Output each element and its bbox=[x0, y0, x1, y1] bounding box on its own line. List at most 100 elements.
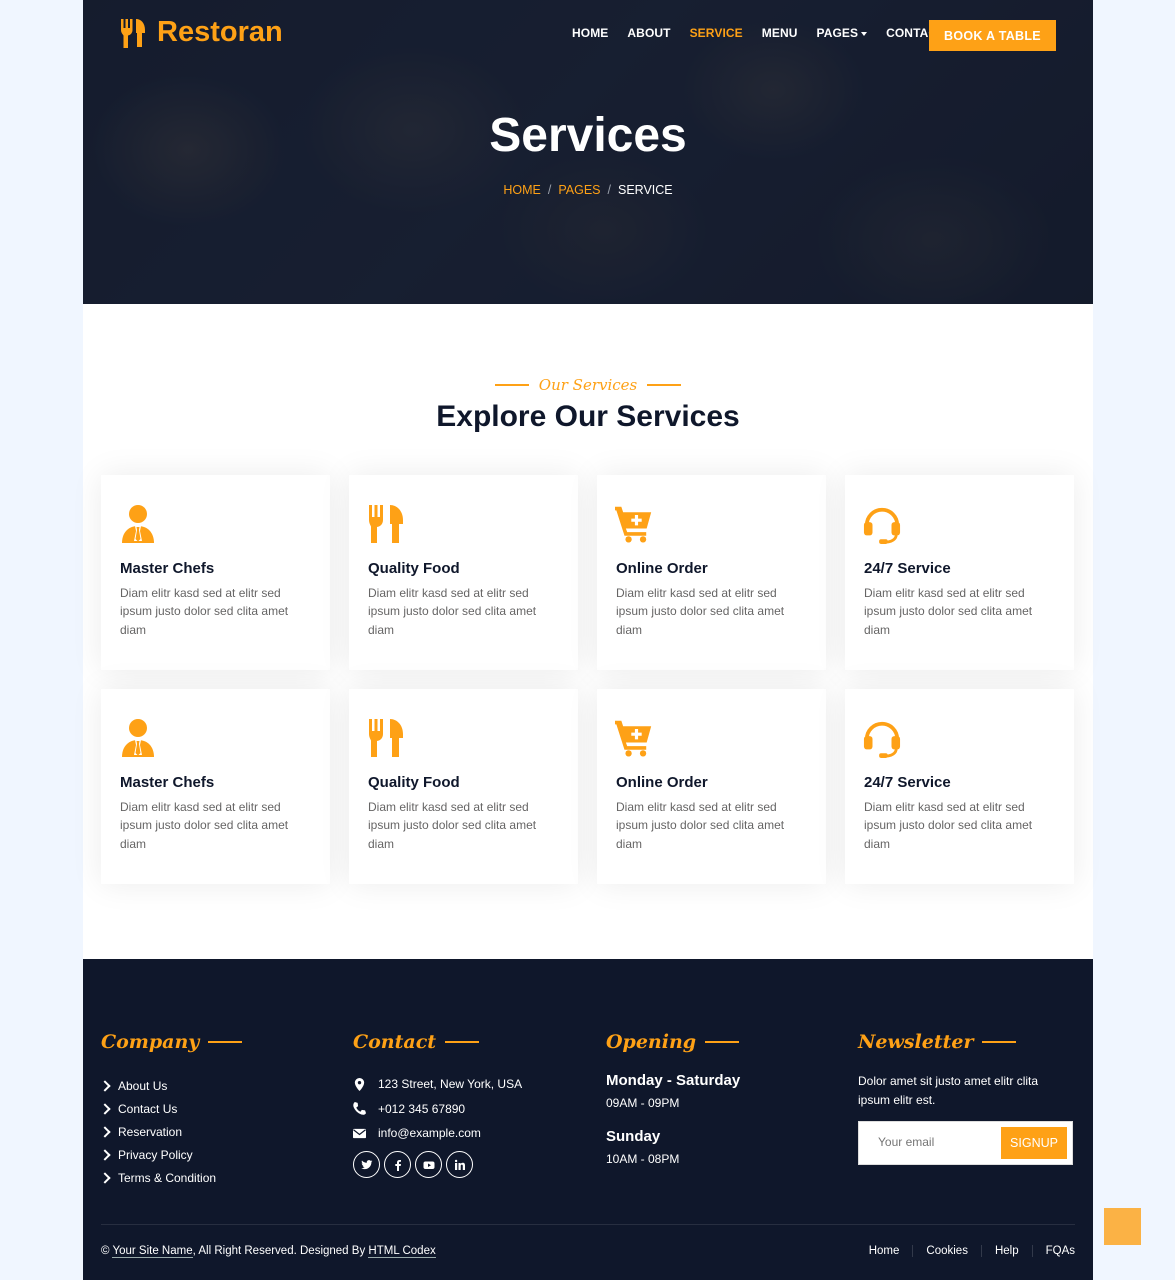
footer-link-reservation[interactable]: Reservation bbox=[99, 1120, 216, 1143]
page-title: Services bbox=[489, 109, 687, 162]
designer-link[interactable]: HTML Codex bbox=[368, 1245, 436, 1258]
nav-pages-dropdown[interactable]: PAGES bbox=[816, 26, 868, 40]
divider-line bbox=[705, 1041, 740, 1043]
service-card[interactable]: Master Chefs Diam elitr kasd sed at elit… bbox=[101, 689, 330, 884]
breadcrumb-pages[interactable]: PAGES bbox=[558, 183, 600, 197]
utensils-icon bbox=[367, 503, 405, 545]
nav-about[interactable]: ABOUT bbox=[627, 26, 670, 40]
service-card-text: Diam elitr kasd sed at elitr sed ipsum j… bbox=[864, 586, 1033, 637]
footer-contact-list: 123 Street, New York, USA +012 345 67890… bbox=[353, 1072, 522, 1146]
footer-company-links: About Us Contact Us Reservation Privacy … bbox=[99, 1074, 217, 1189]
service-card[interactable]: Online Order Diam elitr kasd sed at elit… bbox=[597, 689, 826, 884]
brand-logo[interactable]: Restoran bbox=[119, 16, 283, 49]
main-nav: HOME ABOUT SERVICE MENU PAGES CONTACT bbox=[572, 26, 964, 40]
utensils-icon bbox=[121, 18, 145, 48]
footer-menu-home[interactable]: Home bbox=[856, 1245, 914, 1257]
page: Restoran HOME ABOUT SERVICE MENU PAGES C… bbox=[83, 0, 1093, 1280]
footer-divider bbox=[101, 1224, 1075, 1225]
utensils-icon bbox=[367, 717, 405, 759]
footer-opening-title: Opening bbox=[606, 1031, 740, 1053]
footer-link-label: Terms & Condition bbox=[118, 1170, 217, 1185]
service-card[interactable]: 24/7 Service Diam elitr kasd sed at elit… bbox=[845, 475, 1074, 670]
service-card-title: Master Chefs bbox=[120, 560, 215, 577]
copyright: © Your Site Name, All Right Reserved. De… bbox=[101, 1245, 436, 1258]
chevron-right-icon bbox=[99, 1102, 111, 1115]
footer-contact-title-text: Contact bbox=[353, 1031, 437, 1053]
envelope-icon bbox=[353, 1128, 366, 1138]
service-card[interactable]: Master Chefs Diam elitr kasd sed at elit… bbox=[101, 475, 330, 670]
nav-service[interactable]: SERVICE bbox=[690, 26, 743, 40]
services-grid: Master Chefs Diam elitr kasd sed at elit… bbox=[101, 475, 1074, 884]
footer-link-privacy[interactable]: Privacy Policy bbox=[99, 1143, 216, 1166]
chevron-right-icon bbox=[99, 1079, 111, 1092]
footer-link-about[interactable]: About Us bbox=[99, 1074, 216, 1097]
opening-day: Monday - Saturday bbox=[606, 1072, 741, 1089]
service-card-title: 24/7 Service bbox=[864, 774, 951, 791]
newsletter-text: Dolor amet sit justo amet elitr clita ip… bbox=[858, 1074, 1039, 1107]
footer-link-label: About Us bbox=[118, 1078, 168, 1093]
footer-newsletter-title: Newsletter bbox=[858, 1031, 1017, 1053]
breadcrumb-home[interactable]: HOME bbox=[503, 183, 541, 197]
divider-line bbox=[982, 1041, 1017, 1043]
copyright-symbol: © bbox=[101, 1245, 110, 1257]
hero-section: Restoran HOME ABOUT SERVICE MENU PAGES C… bbox=[83, 0, 1093, 304]
newsletter-email-input[interactable] bbox=[876, 1134, 990, 1150]
service-card-title: Online Order bbox=[616, 560, 708, 577]
signup-button[interactable]: SIGNUP bbox=[1001, 1127, 1067, 1159]
footer-link-label: Privacy Policy bbox=[118, 1147, 193, 1162]
service-card[interactable]: Online Order Diam elitr kasd sed at elit… bbox=[597, 475, 826, 670]
chevron-right-icon bbox=[99, 1171, 111, 1184]
service-card-title: Quality Food bbox=[368, 774, 460, 791]
cart-plus-icon bbox=[614, 717, 653, 759]
facebook-icon bbox=[394, 1159, 401, 1171]
chevron-right-icon bbox=[99, 1148, 111, 1161]
linkedin-button[interactable] bbox=[446, 1151, 473, 1178]
nav-home[interactable]: HOME bbox=[572, 26, 608, 40]
service-card-text: Diam elitr kasd sed at elitr sed ipsum j… bbox=[120, 586, 289, 637]
twitter-button[interactable] bbox=[353, 1151, 380, 1178]
facebook-button[interactable] bbox=[384, 1151, 411, 1178]
contact-email: info@example.com bbox=[353, 1121, 522, 1146]
footer-menu-faqs[interactable]: FQAs bbox=[1033, 1245, 1075, 1257]
footer-menu-help[interactable]: Help bbox=[982, 1245, 1033, 1257]
service-card-text: Diam elitr kasd sed at elitr sed ipsum j… bbox=[616, 586, 785, 637]
caret-down-icon bbox=[861, 31, 868, 36]
youtube-button[interactable] bbox=[415, 1151, 442, 1178]
service-card[interactable]: Quality Food Diam elitr kasd sed at elit… bbox=[349, 689, 578, 884]
service-card[interactable]: Quality Food Diam elitr kasd sed at elit… bbox=[349, 475, 578, 670]
chef-icon bbox=[119, 503, 157, 545]
social-links bbox=[353, 1151, 473, 1178]
nav-pages-label: PAGES bbox=[816, 26, 859, 40]
service-card-text: Diam elitr kasd sed at elitr sed ipsum j… bbox=[368, 800, 537, 851]
footer-menu: Home Cookies Help FQAs bbox=[856, 1245, 1075, 1257]
service-card-title: 24/7 Service bbox=[864, 560, 951, 577]
footer-menu-cookies[interactable]: Cookies bbox=[913, 1245, 982, 1257]
opening-hours: Monday - Saturday 09AM - 09PM Sunday 10A… bbox=[606, 1072, 740, 1184]
divider-line bbox=[494, 384, 529, 386]
footer-link-label: Reservation bbox=[118, 1124, 183, 1139]
section-title: Explore Our Services bbox=[436, 400, 740, 433]
phone-icon bbox=[353, 1102, 366, 1116]
footer-company-title-text: Company bbox=[101, 1031, 200, 1053]
footer-link-terms[interactable]: Terms & Condition bbox=[99, 1166, 217, 1189]
headset-icon bbox=[863, 717, 901, 759]
service-card[interactable]: 24/7 Service Diam elitr kasd sed at elit… bbox=[845, 689, 1074, 884]
contact-address-text: 123 Street, New York, USA bbox=[378, 1077, 523, 1092]
service-card-title: Master Chefs bbox=[120, 774, 215, 791]
linkedin-icon bbox=[454, 1159, 465, 1170]
site-name-link[interactable]: Your Site Name bbox=[112, 1245, 193, 1258]
divider-line bbox=[647, 384, 682, 386]
footer-contact-title: Contact bbox=[353, 1031, 480, 1053]
service-card-text: Diam elitr kasd sed at elitr sed ipsum j… bbox=[120, 800, 289, 851]
youtube-icon bbox=[423, 1161, 434, 1169]
nav-menu[interactable]: MENU bbox=[762, 26, 798, 40]
headset-icon bbox=[863, 503, 901, 545]
back-to-top-button[interactable] bbox=[1104, 1208, 1141, 1245]
newsletter-form: SIGNUP bbox=[858, 1121, 1073, 1165]
footer-link-contact[interactable]: Contact Us bbox=[99, 1097, 216, 1120]
opening-day: Sunday bbox=[606, 1128, 661, 1145]
book-table-button[interactable]: BOOK A TABLE bbox=[929, 20, 1056, 51]
footer-newsletter-title-text: Newsletter bbox=[858, 1031, 974, 1053]
footer-company-title: Company bbox=[101, 1031, 243, 1053]
breadcrumb-separator: / bbox=[607, 183, 611, 197]
